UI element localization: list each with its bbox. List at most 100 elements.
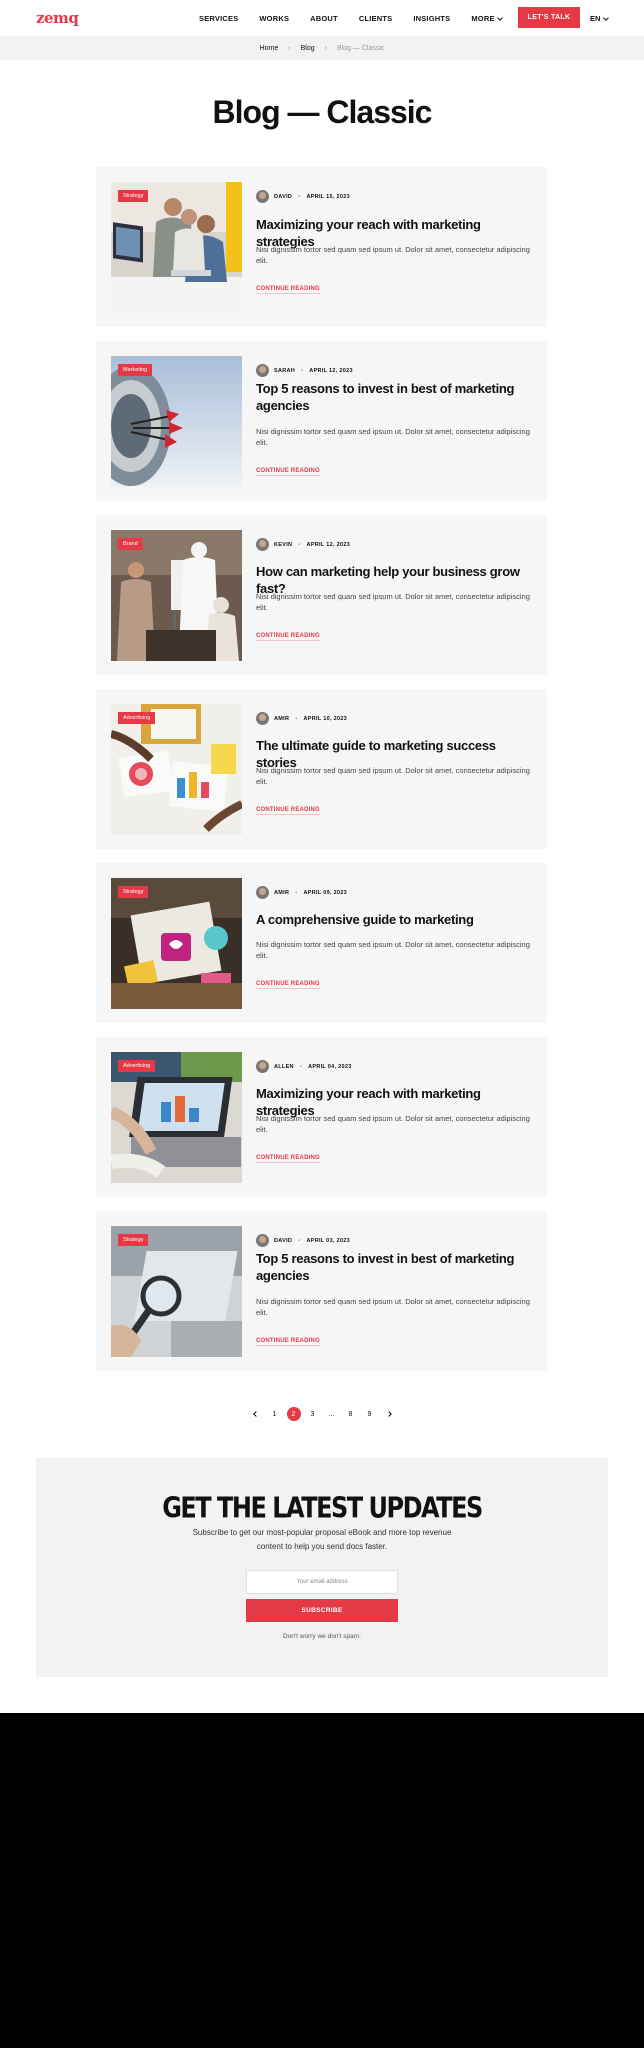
post-card: Advertising AMIR • APRIL 10, 2023 The ul… xyxy=(96,689,547,849)
continue-reading-link[interactable]: CONTINUE READING xyxy=(256,981,320,989)
category-badge[interactable]: Strategy xyxy=(118,886,149,898)
meta-separator: • xyxy=(298,1237,301,1244)
meta-separator: • xyxy=(298,541,301,548)
post-meta: ALLEN • APRIL 04, 2023 xyxy=(256,1060,352,1073)
author-avatar xyxy=(256,538,269,551)
post-title[interactable]: Top 5 reasons to invest in best of marke… xyxy=(256,1250,536,1284)
pagination-page-active[interactable]: 2 xyxy=(286,1407,301,1421)
post-meta: AMIR • APRIL 10, 2023 xyxy=(256,712,347,725)
pagination-page[interactable]: 1 xyxy=(268,1407,282,1421)
chevron-down-icon xyxy=(603,14,610,21)
post-meta: DAVID • APRIL 15, 2023 xyxy=(256,190,350,203)
post-date: APRIL 10, 2023 xyxy=(303,715,348,722)
pagination-prev-button[interactable] xyxy=(249,1407,263,1421)
meta-separator: • xyxy=(295,715,298,722)
post-date: APRIL 04, 2023 xyxy=(308,1063,352,1070)
post-image[interactable]: Brand xyxy=(111,530,242,661)
post-image[interactable]: Marketing xyxy=(111,356,242,487)
page-title: Blog — Classic xyxy=(212,94,433,130)
chevron-left-icon xyxy=(252,1411,259,1417)
continue-reading-link[interactable]: CONTINUE READING xyxy=(256,468,320,476)
category-badge[interactable]: Strategy xyxy=(118,190,149,202)
nav-works[interactable]: WORKS xyxy=(259,14,289,23)
site-header: zemq SERVICES WORKS ABOUT CLIENTS INSIGH… xyxy=(0,0,644,36)
language-label: EN xyxy=(590,14,601,23)
author-avatar xyxy=(256,712,269,725)
pagination-next-button[interactable] xyxy=(382,1407,396,1421)
lets-talk-button[interactable]: LET'S TALK xyxy=(518,7,580,28)
meta-separator: • xyxy=(295,889,298,896)
post-meta: DAVID • APRIL 03, 2023 xyxy=(256,1234,350,1247)
pagination-page[interactable]: 8 xyxy=(344,1407,358,1421)
chevron-right-icon xyxy=(385,1411,392,1417)
post-author[interactable]: KEVIN xyxy=(274,542,292,548)
author-avatar xyxy=(256,1234,269,1247)
meta-separator: • xyxy=(301,367,304,374)
newsletter-note: Don't worry we don't spam. xyxy=(283,1633,361,1640)
category-badge[interactable]: Strategy xyxy=(118,1234,149,1246)
nav-more[interactable]: MORE xyxy=(471,14,503,23)
email-field[interactable]: Your email address xyxy=(246,1570,398,1594)
breadcrumb-current: Blog — Classic xyxy=(336,44,385,52)
breadcrumb-separator-icon: › xyxy=(324,44,327,52)
newsletter-subtitle: Subscribe to get our most-popular propos… xyxy=(192,1528,452,1551)
author-avatar xyxy=(256,1060,269,1073)
pagination-page[interactable]: 9 xyxy=(363,1407,377,1421)
nav-about[interactable]: ABOUT xyxy=(310,14,338,23)
post-card: Brand KEVIN • APRIL 12, 2023 How can mar… xyxy=(96,515,547,675)
category-badge[interactable]: Brand xyxy=(118,538,143,550)
post-image[interactable]: Strategy xyxy=(111,182,242,313)
category-badge[interactable]: Advertising xyxy=(118,1060,156,1072)
post-image[interactable]: Advertising xyxy=(111,1052,242,1183)
author-avatar xyxy=(256,364,269,377)
nav-insights[interactable]: INSIGHTS xyxy=(413,14,450,23)
post-excerpt: Nisi dignissim tortor sed quam sed ipsum… xyxy=(256,245,530,265)
post-image[interactable]: Advertising xyxy=(111,704,242,835)
nav-insights-label: INSIGHTS xyxy=(413,14,451,23)
subscribe-button[interactable]: SUBSCRIBE xyxy=(246,1599,398,1622)
newsletter-section: GET THE LATEST UPDATES Subscribe to get … xyxy=(36,1458,608,1677)
post-title[interactable]: A comprehensive guide to marketing xyxy=(256,911,536,928)
post-title[interactable]: Top 5 reasons to invest in best of marke… xyxy=(256,380,536,414)
continue-reading-link[interactable]: CONTINUE READING xyxy=(256,807,320,815)
post-list: Strategy DAVID • APRIL 15, 2023 Maximizi… xyxy=(96,167,547,1385)
post-card: Strategy DAVID • APRIL 03, 2023 Top 5 re… xyxy=(96,1211,547,1371)
post-image[interactable]: Strategy xyxy=(111,1226,242,1357)
meta-separator: • xyxy=(299,1063,303,1070)
post-meta: AMIR • APRIL 09, 2023 xyxy=(256,886,347,899)
continue-reading-link[interactable]: CONTINUE READING xyxy=(256,286,320,294)
post-excerpt: Nisi dignissim tortor sed quam sed ipsum… xyxy=(256,766,530,786)
continue-reading-link[interactable]: CONTINUE READING xyxy=(256,1338,320,1346)
continue-reading-link[interactable]: CONTINUE READING xyxy=(256,1155,320,1163)
breadcrumb-blog[interactable]: Blog xyxy=(301,45,315,52)
post-author[interactable]: DAVID xyxy=(274,1238,292,1244)
post-meta: KEVIN • APRIL 12, 2023 xyxy=(256,538,350,551)
language-selector[interactable]: EN xyxy=(590,14,610,23)
post-author[interactable]: SARAH xyxy=(274,368,295,374)
post-date: APRIL 03, 2023 xyxy=(306,1237,350,1244)
post-image[interactable]: Strategy xyxy=(111,878,242,1009)
pagination: 1 2 3 ... 8 9 xyxy=(0,1407,644,1421)
post-excerpt: Nisi dignissim tortor sed quam sed ipsum… xyxy=(256,940,530,960)
nav-works-label: WORKS xyxy=(259,14,290,23)
post-card: Advertising ALLEN • APRIL 04, 2023 Maxim… xyxy=(96,1037,547,1197)
post-author[interactable]: AMIR xyxy=(274,716,289,722)
post-author[interactable]: AMIR xyxy=(274,890,289,896)
main-nav: SERVICES WORKS ABOUT CLIENTS INSIGHTS MO… xyxy=(199,14,523,23)
nav-more-label: MORE xyxy=(471,14,495,23)
breadcrumb-separator-icon: › xyxy=(288,44,291,52)
category-badge[interactable]: Marketing xyxy=(118,364,153,376)
pagination-page[interactable]: 3 xyxy=(306,1407,320,1421)
breadcrumb-home[interactable]: Home xyxy=(260,45,279,52)
nav-clients[interactable]: CLIENTS xyxy=(359,14,392,23)
pagination-ellipsis: ... xyxy=(328,1410,335,1418)
post-author[interactable]: DAVID xyxy=(274,194,292,200)
category-badge[interactable]: Advertising xyxy=(118,712,156,724)
nav-services[interactable]: SERVICES xyxy=(199,14,238,23)
post-card: Strategy AMIR • APRIL 09, 2023 A compreh… xyxy=(96,863,547,1023)
site-logo[interactable]: zemq xyxy=(36,9,79,27)
chevron-down-icon xyxy=(496,14,503,21)
post-author[interactable]: ALLEN xyxy=(274,1064,294,1070)
continue-reading-link[interactable]: CONTINUE READING xyxy=(256,633,320,641)
post-excerpt: Nisi dignissim tortor sed quam sed ipsum… xyxy=(256,1297,530,1317)
